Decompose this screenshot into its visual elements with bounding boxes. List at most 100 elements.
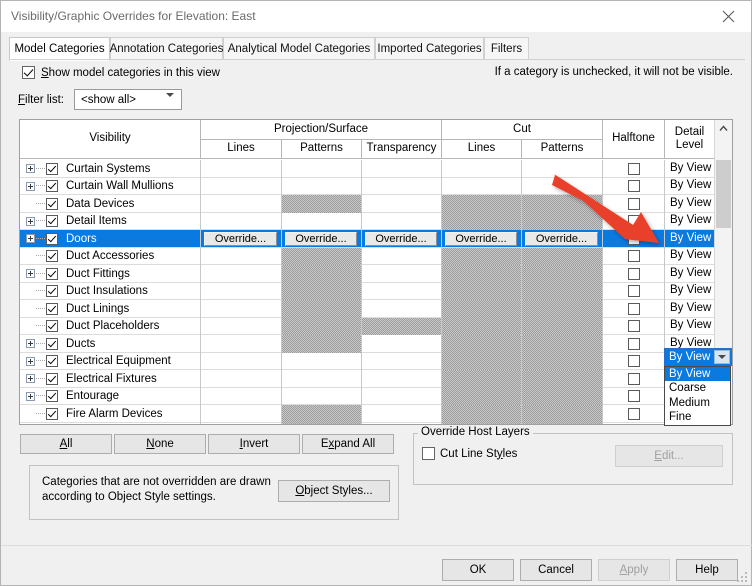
row-name-cell[interactable]: Entourage bbox=[20, 387, 201, 405]
row-name-cell[interactable]: Fire Alarm Devices bbox=[20, 405, 201, 423]
cell-ps-patterns[interactable] bbox=[282, 352, 362, 370]
cell-cut-patterns[interactable] bbox=[522, 335, 603, 353]
detail-level-option[interactable]: By View bbox=[665, 366, 730, 381]
tab-imported-categories[interactable]: Imported Categories bbox=[375, 37, 484, 60]
override-button-ps-patterns[interactable]: Override... bbox=[285, 231, 357, 246]
row-visibility-checkbox[interactable] bbox=[46, 390, 58, 403]
cell-ps-lines[interactable] bbox=[201, 422, 282, 424]
cell-halftone[interactable] bbox=[603, 335, 665, 353]
table-row[interactable]: Duct Linings By View bbox=[20, 300, 714, 318]
row-visibility-checkbox[interactable] bbox=[46, 232, 58, 245]
cell-ps-patterns[interactable] bbox=[282, 247, 362, 265]
row-name-cell[interactable]: Duct Accessories bbox=[20, 247, 201, 265]
cell-ps-lines[interactable] bbox=[201, 195, 282, 213]
row-visibility-checkbox[interactable] bbox=[46, 302, 58, 315]
chevron-down-icon[interactable] bbox=[714, 350, 730, 364]
resize-grip[interactable] bbox=[737, 572, 747, 582]
cell-cut-lines[interactable] bbox=[442, 247, 522, 265]
cell-halftone[interactable] bbox=[603, 387, 665, 405]
row-visibility-checkbox[interactable] bbox=[46, 337, 58, 350]
table-row[interactable]: EntourageBy View bbox=[20, 387, 714, 405]
cell-ps-transparency[interactable] bbox=[362, 352, 442, 370]
cell-ps-patterns[interactable]: Override... bbox=[282, 230, 362, 248]
tab-filters[interactable]: Filters bbox=[484, 37, 529, 60]
cell-cut-lines[interactable] bbox=[442, 282, 522, 300]
detail-level-option[interactable]: Fine bbox=[665, 410, 730, 425]
row-visibility-checkbox[interactable] bbox=[46, 372, 58, 385]
close-icon[interactable] bbox=[705, 1, 751, 32]
cell-detail-level[interactable]: By View bbox=[665, 265, 714, 283]
halftone-checkbox[interactable] bbox=[627, 337, 640, 350]
expand-plus-icon[interactable] bbox=[26, 269, 35, 279]
row-name-cell[interactable]: Doors bbox=[20, 230, 201, 248]
tab-annotation-categories[interactable]: Annotation Categories bbox=[110, 37, 223, 60]
row-name-cell[interactable]: Curtain Systems bbox=[20, 160, 201, 178]
cell-cut-patterns[interactable] bbox=[522, 160, 603, 178]
cell-cut-patterns[interactable] bbox=[522, 300, 603, 318]
table-row[interactable]: Doors Override... Override... Override... Ov… bbox=[20, 230, 714, 248]
halftone-checkbox[interactable] bbox=[627, 285, 640, 297]
expand-plus-icon[interactable] bbox=[26, 374, 35, 384]
cell-cut-lines[interactable] bbox=[442, 317, 522, 335]
cell-cut-lines[interactable] bbox=[442, 160, 522, 178]
table-row[interactable]: Data Devices By View bbox=[20, 195, 714, 213]
override-button-cut-lines[interactable]: Override... bbox=[445, 231, 517, 246]
cell-ps-patterns[interactable] bbox=[282, 160, 362, 178]
expand-plus-icon[interactable] bbox=[26, 216, 35, 226]
override-button-ps-transparency[interactable]: Override... bbox=[365, 231, 437, 246]
cell-ps-transparency[interactable] bbox=[362, 177, 442, 195]
expand-plus-icon[interactable] bbox=[26, 181, 35, 191]
cell-cut-lines[interactable] bbox=[442, 370, 522, 388]
row-visibility-checkbox[interactable] bbox=[46, 180, 58, 193]
cell-ps-patterns[interactable] bbox=[282, 177, 362, 195]
cell-halftone[interactable] bbox=[603, 177, 665, 195]
cell-ps-transparency[interactable] bbox=[362, 370, 442, 388]
halftone-checkbox[interactable] bbox=[627, 180, 640, 192]
cell-cut-patterns[interactable] bbox=[522, 370, 603, 388]
expand-plus-icon[interactable] bbox=[26, 339, 35, 349]
cell-cut-patterns[interactable]: Override... bbox=[522, 230, 603, 248]
cell-ps-lines[interactable] bbox=[201, 370, 282, 388]
cell-halftone[interactable] bbox=[603, 212, 665, 230]
table-row[interactable]: Duct Fittings By View bbox=[20, 265, 714, 283]
cell-cut-patterns[interactable] bbox=[522, 405, 603, 423]
detail-level-dropdown-list[interactable]: By View Coarse Medium Fine bbox=[664, 365, 731, 426]
row-name-cell[interactable]: Electrical Equipment bbox=[20, 352, 201, 370]
row-name-cell[interactable]: Electrical Fixtures bbox=[20, 370, 201, 388]
halftone-checkbox[interactable] bbox=[627, 302, 640, 315]
cell-cut-patterns[interactable] bbox=[522, 317, 603, 335]
cell-halftone[interactable] bbox=[603, 247, 665, 265]
cell-cut-lines[interactable] bbox=[442, 212, 522, 230]
expand-plus-icon[interactable] bbox=[26, 356, 35, 366]
cell-ps-transparency[interactable] bbox=[362, 317, 442, 335]
cell-ps-lines[interactable] bbox=[201, 177, 282, 195]
cell-ps-lines[interactable] bbox=[201, 212, 282, 230]
cell-ps-lines[interactable] bbox=[201, 247, 282, 265]
cell-ps-transparency[interactable] bbox=[362, 422, 442, 424]
cell-cut-lines[interactable] bbox=[442, 195, 522, 213]
cell-ps-lines[interactable] bbox=[201, 352, 282, 370]
cell-halftone[interactable] bbox=[603, 370, 665, 388]
cell-detail-level[interactable]: By View bbox=[665, 195, 714, 213]
row-visibility-checkbox[interactable] bbox=[46, 320, 58, 333]
row-name-cell[interactable]: Duct Linings bbox=[20, 300, 201, 318]
cell-ps-patterns[interactable] bbox=[282, 300, 362, 318]
cell-cut-lines[interactable] bbox=[442, 422, 522, 424]
cell-ps-patterns[interactable] bbox=[282, 195, 362, 213]
row-name-cell[interactable]: Data Devices bbox=[20, 195, 201, 213]
cell-ps-transparency[interactable] bbox=[362, 387, 442, 405]
detail-level-combo[interactable]: By View bbox=[664, 348, 732, 366]
cell-detail-level[interactable]: By View bbox=[665, 283, 714, 301]
halftone-checkbox[interactable] bbox=[627, 355, 640, 367]
none-button[interactable]: None bbox=[114, 434, 206, 454]
detail-level-option[interactable]: Coarse bbox=[665, 381, 730, 396]
cell-detail-level[interactable]: By View bbox=[665, 318, 714, 336]
row-visibility-checkbox[interactable] bbox=[46, 285, 58, 298]
cell-ps-lines[interactable] bbox=[201, 405, 282, 423]
cell-detail-level[interactable]: By View bbox=[665, 160, 714, 178]
cell-cut-lines[interactable] bbox=[442, 387, 522, 405]
halftone-checkbox[interactable] bbox=[627, 197, 640, 210]
cell-ps-transparency[interactable] bbox=[362, 195, 442, 213]
cell-cut-patterns[interactable] bbox=[522, 212, 603, 230]
scrollbar-thumb[interactable] bbox=[716, 160, 731, 228]
